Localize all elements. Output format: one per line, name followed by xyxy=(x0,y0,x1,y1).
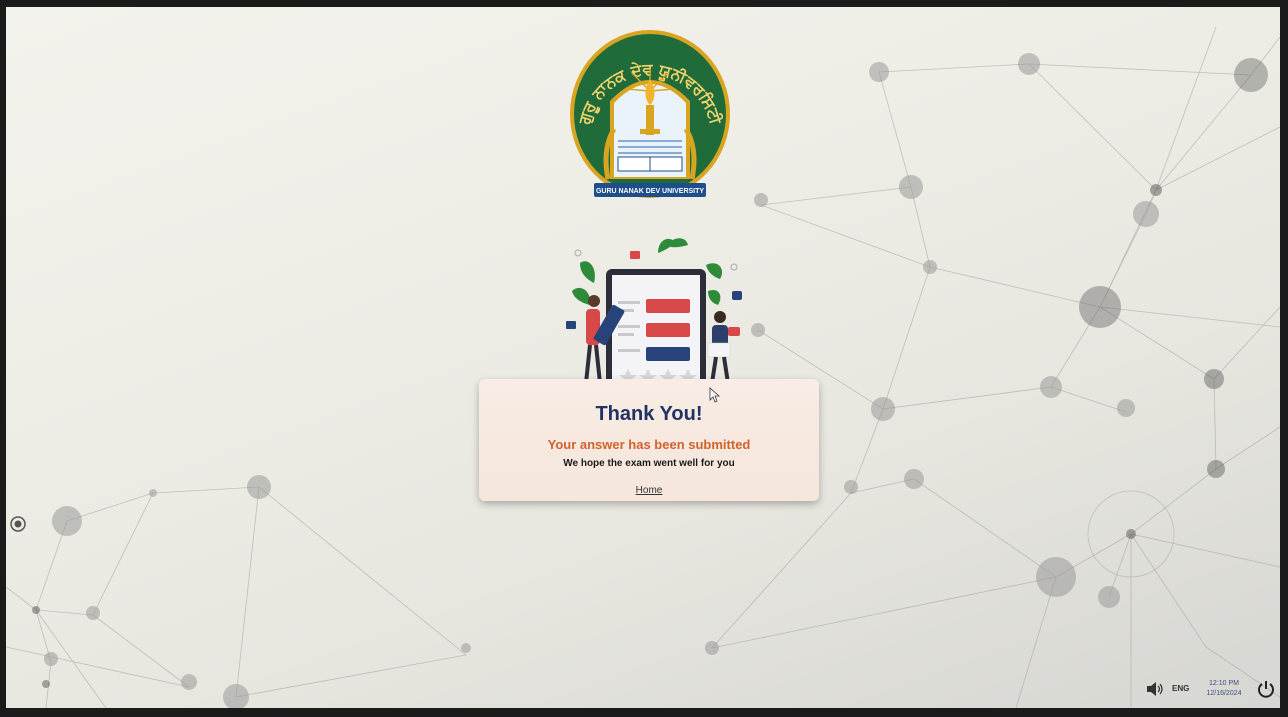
feedback-illustration-icon xyxy=(566,238,742,385)
clock-time: 12:10 PM xyxy=(1209,680,1239,687)
clock[interactable]: 12:10 PM 12/16/2024 xyxy=(1196,679,1252,699)
language-indicator[interactable]: ENG xyxy=(1172,684,1189,693)
logo-banner-text: GURU NANAK DEV UNIVERSITY xyxy=(596,188,704,195)
mouse-cursor-icon xyxy=(709,387,721,403)
home-link[interactable]: Home xyxy=(479,485,819,496)
target-icon xyxy=(10,516,26,532)
speaker-icon[interactable] xyxy=(1146,682,1164,696)
clock-date: 12/16/2024 xyxy=(1206,690,1242,697)
university-logo: ਗੁਰੂ ਨਾਨਕ ਦੇਵ ਯੂਨੀਵਰਸਿਟੀ GURU NANAK DEV … xyxy=(570,30,730,198)
power-icon[interactable] xyxy=(1256,679,1276,699)
dialog-subtitle: Your answer has been submitted xyxy=(547,437,751,452)
desktop-screen: ਗੁਰੂ ਨਾਨਕ ਦੇਵ ਯੂਨੀਵਰਸਿਟੀ GURU NANAK DEV … xyxy=(6,7,1280,708)
dialog-title: Thank You! xyxy=(595,403,703,425)
system-tray: ENG 12:10 PM 12/16/2024 xyxy=(1136,671,1280,705)
dialog-message: We hope the exam went well for you xyxy=(563,458,735,469)
submission-dialog: Thank You! Your answer has been submitte… xyxy=(479,379,819,501)
